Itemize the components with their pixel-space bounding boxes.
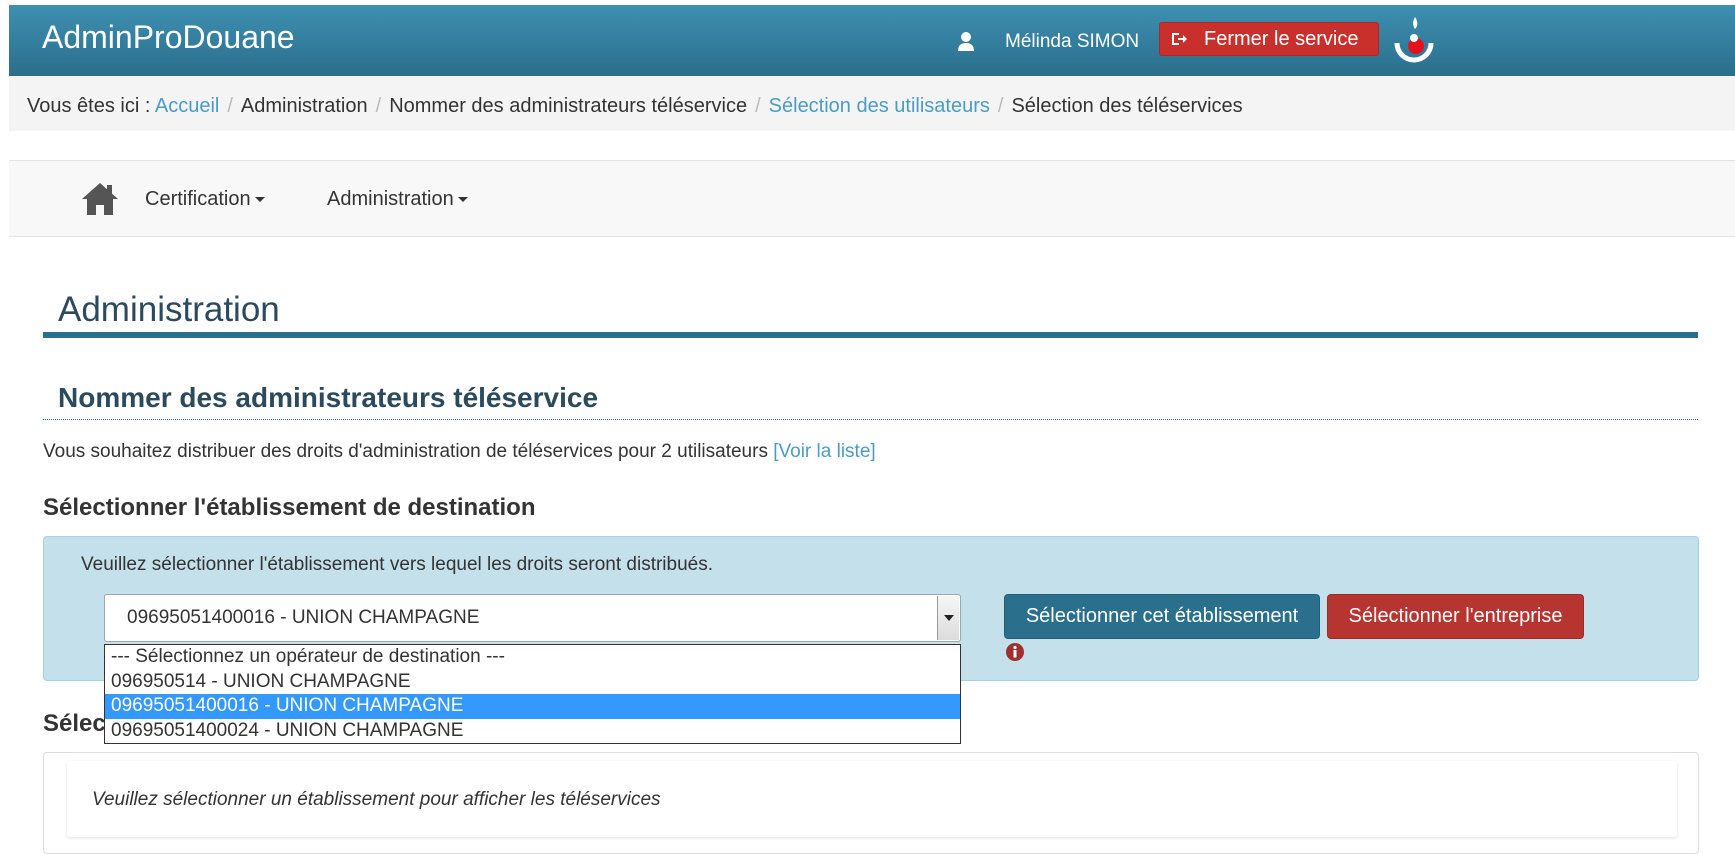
breadcrumb-separator: / [997, 95, 1004, 117]
select-establishment-button[interactable]: Sélectionner cet établissement [1004, 594, 1320, 639]
breadcrumb-item-nommer: Nommer des administrateurs téléservice [389, 95, 748, 117]
user-icon [957, 31, 975, 53]
breadcrumb-item-administration: Administration [240, 95, 368, 117]
dropdown-option-selected[interactable]: 09695051400016 - UNION CHAMPAGNE [105, 694, 960, 719]
logout-label: Fermer le service [1204, 27, 1359, 50]
nav-administration-menu[interactable]: Administration [327, 188, 468, 211]
page-title: Administration [58, 290, 280, 329]
home-icon[interactable] [81, 181, 119, 217]
dropdown-option[interactable]: 09695051400024 - UNION CHAMPAGNE [105, 719, 960, 744]
nav-certification-menu[interactable]: Certification [145, 188, 265, 211]
douane-logo-icon [1389, 13, 1437, 69]
breadcrumb-separator: / [755, 95, 761, 117]
destination-dropdown-list[interactable]: --- Sélectionnez un opérateur de destina… [104, 644, 961, 744]
dropdown-option[interactable]: --- Sélectionnez un opérateur de destina… [105, 645, 960, 670]
app-name[interactable]: AdminProDouane [42, 19, 295, 56]
nav-certification-label: Certification [145, 188, 251, 210]
breadcrumb-prefix: Vous êtes ici : [27, 95, 151, 117]
logout-icon [1172, 33, 1187, 45]
panel-info-text: Veuillez sélectionner l'établissement ve… [81, 554, 714, 575]
voir-la-liste-link[interactable]: [Voir la liste] [773, 441, 875, 462]
services-message: Veuillez sélectionner un établissement p… [92, 789, 661, 810]
dropdown-arrow-icon[interactable] [937, 596, 959, 640]
logout-button[interactable]: Fermer le service [1159, 22, 1379, 56]
destination-select[interactable]: 09695051400016 - UNION CHAMPAGNE [104, 594, 961, 642]
user-name[interactable]: Mélinda SIMON [1005, 31, 1139, 53]
top-header: AdminProDouane Mélinda SIMON Fermer le s… [9, 5, 1735, 76]
main-navbar: Certification Administration [9, 160, 1735, 237]
title-divider [43, 332, 1698, 338]
services-panel: Veuillez sélectionner un établissement p… [43, 752, 1699, 854]
breadcrumb-item-selection-utilisateurs[interactable]: Sélection des utilisateurs [769, 95, 990, 117]
info-icon[interactable] [1005, 642, 1025, 662]
select-destination-title: Sélectionner l'établissement de destinat… [43, 494, 536, 521]
nav-administration-label: Administration [327, 188, 454, 210]
breadcrumb-separator: / [375, 95, 382, 117]
breadcrumb: Vous êtes ici : Accueil / Administration / N… [27, 95, 1243, 118]
select-enterprise-button[interactable]: Sélectionner l'entreprise [1327, 594, 1584, 639]
services-message-box: Veuillez sélectionner un établissement p… [67, 761, 1677, 837]
breadcrumb-separator: / [227, 95, 233, 117]
breadcrumb-bar: Vous êtes ici : Accueil / Administration / N… [9, 76, 1735, 131]
select-current-value: 09695051400016 - UNION CHAMPAGNE [127, 607, 480, 628]
section-title: Nommer des administrateurs téléservice [58, 382, 599, 413]
section-divider [43, 419, 1698, 420]
intro-sentence: Vous souhaitez distribuer des droits d'a… [43, 441, 768, 462]
breadcrumb-item-selection-teleservices: Sélection des téléservices [1011, 95, 1243, 117]
intro-text: Vous souhaitez distribuer des droits d'a… [43, 441, 876, 463]
caret-down-icon [457, 197, 468, 203]
breadcrumb-item-accueil[interactable]: Accueil [155, 95, 219, 117]
dropdown-option[interactable]: 096950514 - UNION CHAMPAGNE [105, 670, 960, 695]
caret-down-icon [254, 197, 265, 203]
